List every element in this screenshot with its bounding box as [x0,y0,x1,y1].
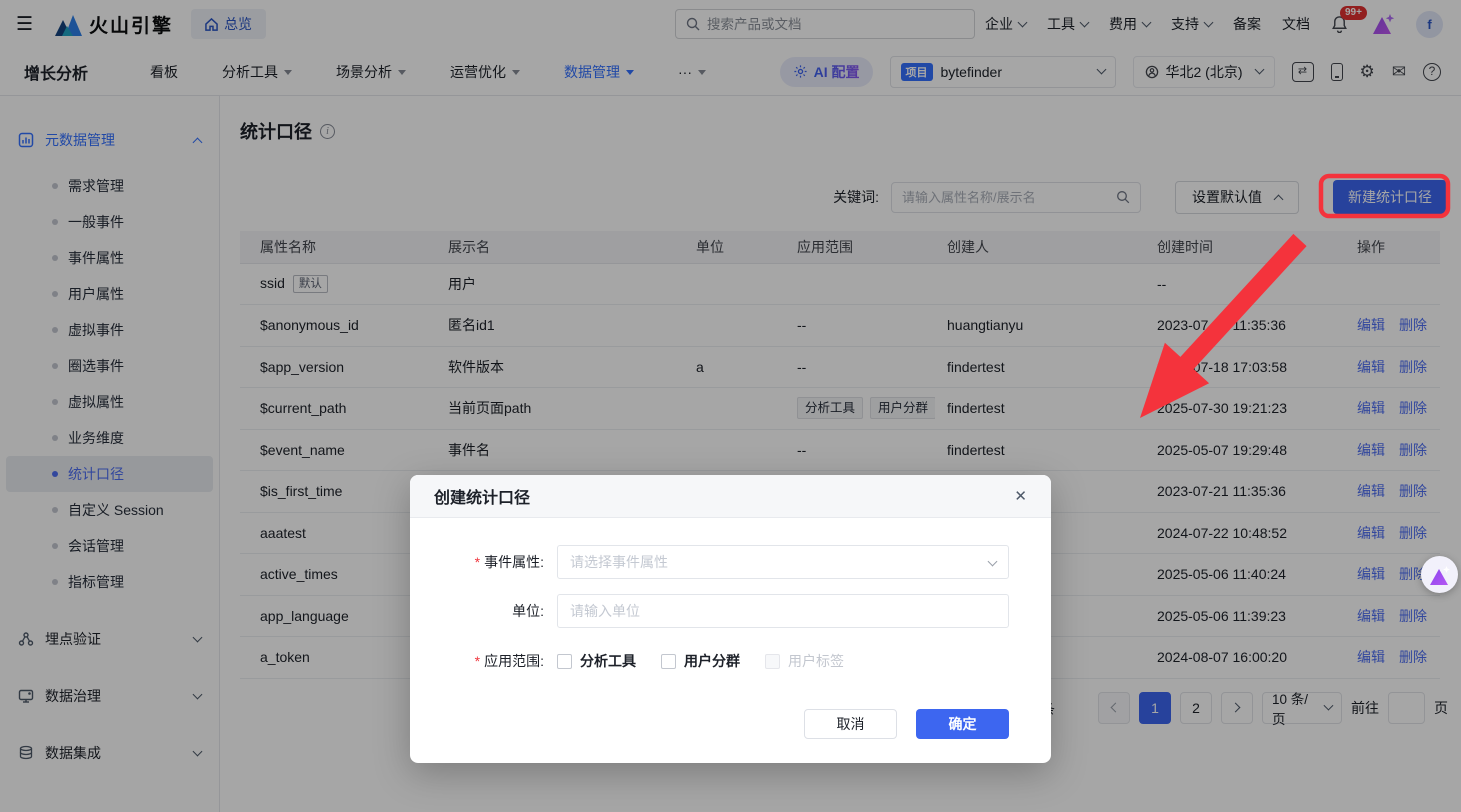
unit-input[interactable] [570,603,996,619]
modal-footer: 取消 确定 [804,709,1009,739]
ai-mountain-icon [1428,565,1452,585]
event-attr-field-row: *事件属性: [410,545,1009,579]
checkbox-user-label: 用户标签 [765,651,844,671]
required-mark: * [475,554,480,570]
checkbox-icon [661,654,676,669]
app-root: ☰ 火山引擎 总览 企业 工具 费用 支持 备案 文档 99+ [0,0,1461,812]
unit-label: 单位: [410,601,557,621]
checkbox-user-segment[interactable]: 用户分群 [661,651,740,671]
checkbox-analysis-tools[interactable]: 分析工具 [557,651,636,671]
cancel-button[interactable]: 取消 [804,709,897,739]
event-attr-label: *事件属性: [410,552,557,572]
required-mark: * [475,653,480,669]
unit-field-row: 单位: [410,594,1009,628]
modal-header: 创建统计口径 ✕ [410,475,1051,518]
scope-label: *应用范围: [410,651,557,671]
checkbox-icon [557,654,572,669]
confirm-button[interactable]: 确定 [916,709,1009,739]
checkbox-icon [765,654,780,669]
unit-input-wrap[interactable] [557,594,1009,628]
ai-assistant-float-button[interactable] [1421,556,1458,593]
modal-title: 创建统计口径 [434,484,530,508]
scope-field-row: *应用范围: 分析工具 用户分群 用户标签 [410,651,1009,671]
scope-checkbox-group: 分析工具 用户分群 用户标签 [557,651,844,671]
event-attr-select[interactable] [557,545,1009,579]
chevron-down-icon [988,556,998,566]
close-icon[interactable]: ✕ [1014,489,1027,504]
event-attr-select-input[interactable] [570,554,983,570]
create-metric-modal: 创建统计口径 ✕ *事件属性: 单位: *应用范围: 分析工具 用户分群 用户标… [410,475,1051,763]
